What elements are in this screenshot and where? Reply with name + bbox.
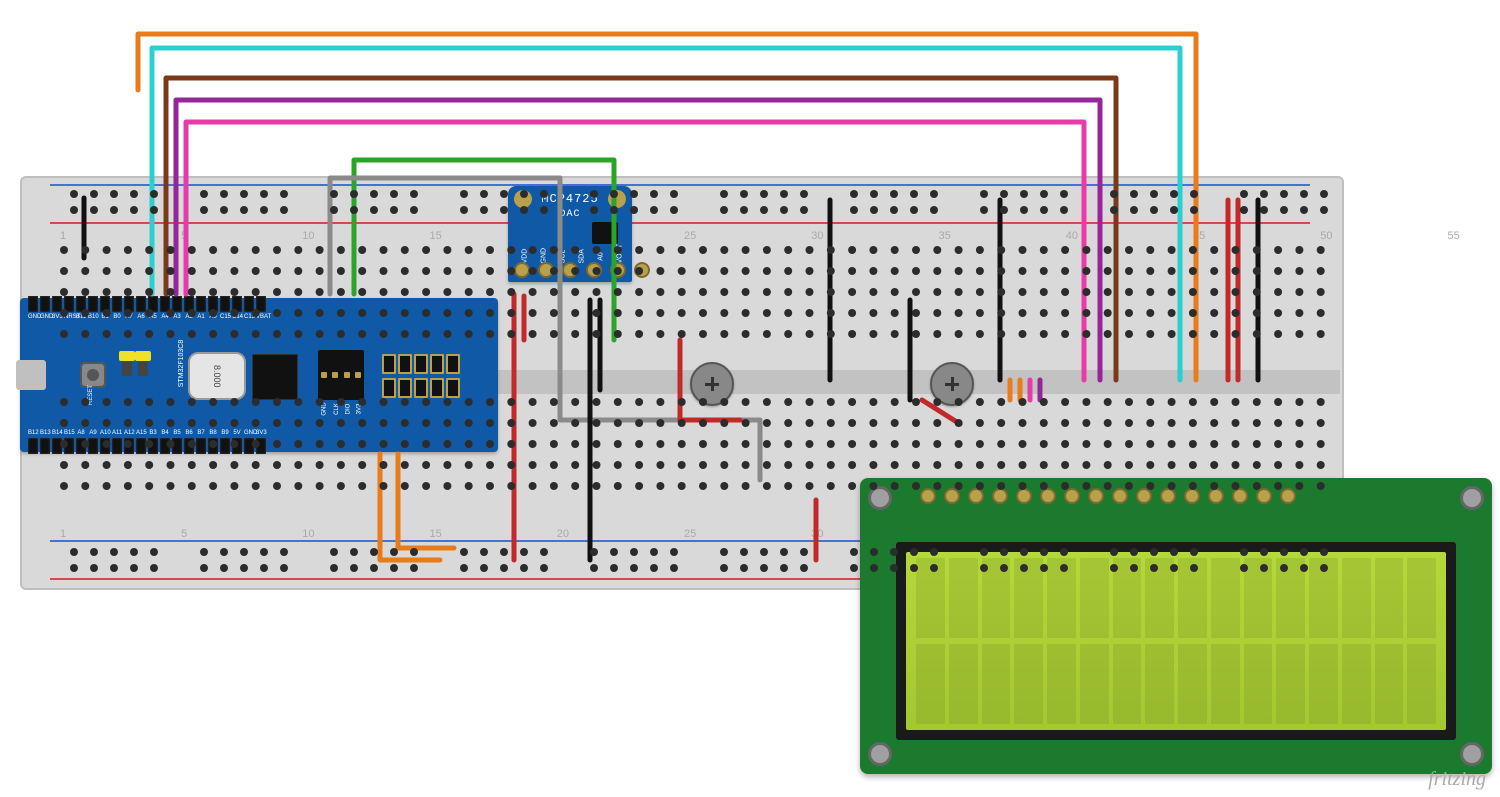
- jumper-1[interactable]: [122, 354, 132, 376]
- debug-header: [318, 350, 364, 400]
- rail-red-top: [50, 222, 1310, 224]
- jumper-2[interactable]: [138, 354, 148, 376]
- chip-label: STM32F103C8: [178, 340, 185, 387]
- mcp4725-board: MCP4725 DAC VDDGND SCLSDA A0VOUT: [508, 186, 632, 282]
- mounting-hole-icon: [868, 742, 892, 766]
- stm32-bottom-pins: [28, 438, 268, 454]
- mounting-hole-icon: [1460, 742, 1484, 766]
- dac-chip-icon: [592, 222, 618, 244]
- prog-header: [382, 354, 482, 396]
- mcu-chip-icon: [252, 354, 298, 400]
- mcp-pin-labels: VDDGND SCLSDA A0VOUT: [518, 253, 627, 260]
- debug-labels: GND CLK DIO 3V3: [318, 406, 364, 412]
- mounting-hole-icon: [868, 486, 892, 510]
- trim-pot-2[interactable]: [930, 362, 974, 406]
- stm32-bluepill: RESET STM32F103C8 8.000 GND CLK DIO 3V3 …: [20, 298, 498, 452]
- watermark: fritzing: [1428, 768, 1486, 791]
- lcd-bezel: [896, 542, 1456, 740]
- bb-col-markers-top: 15 1015 2025 3035 4045 5055 60: [60, 230, 1500, 242]
- mcp-title: MCP4725 DAC: [508, 192, 632, 220]
- lcd-pin-row: [920, 488, 1296, 504]
- trim-pot-1[interactable]: [690, 362, 734, 406]
- stm32-top-pins: [28, 296, 268, 312]
- oscillator: 8.000: [188, 352, 246, 400]
- circuit-canvas: 15 1015 2025 3035 4045 5055 60 15 1015 2…: [0, 0, 1500, 797]
- lcd-screen: [906, 552, 1446, 730]
- reset-label: RESET: [88, 385, 94, 405]
- lcd-16x2: [860, 478, 1492, 774]
- usb-port-icon: [16, 360, 46, 390]
- mounting-hole-icon: [1460, 486, 1484, 510]
- mcp-pin-row: [514, 262, 650, 278]
- rail-blue-top: [50, 184, 1310, 186]
